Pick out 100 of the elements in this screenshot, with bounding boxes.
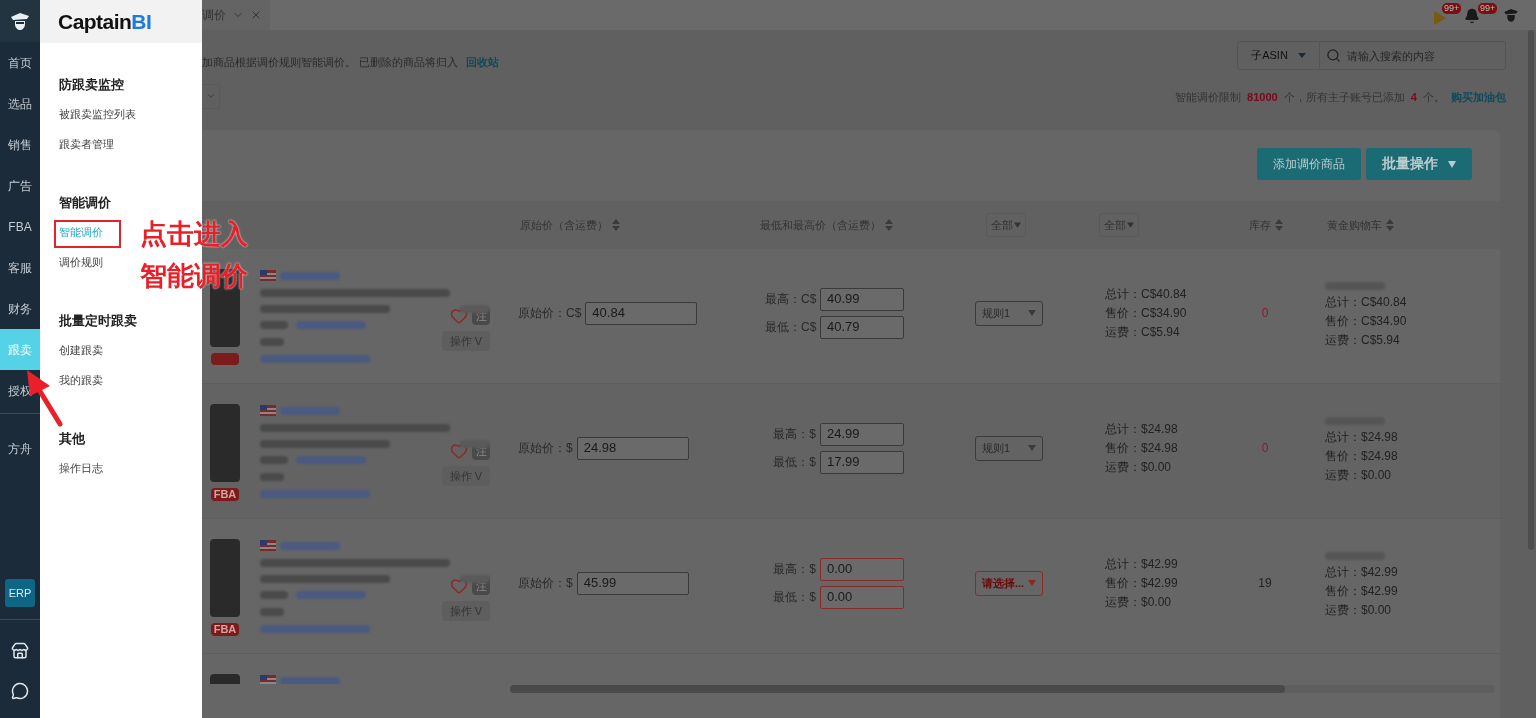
menu-item[interactable]: 跟卖者管理 [59,129,114,159]
blurred-text [260,321,288,329]
sort-icon[interactable] [1275,219,1283,231]
buybox-line: 运费：$0.00 [1325,602,1393,619]
sort-icon[interactable] [885,219,893,231]
add-button[interactable]: 添加调价商品 [1257,147,1361,180]
highlight-frame [54,220,121,248]
count-badge: 99+ [1478,3,1498,14]
price-input[interactable]: 24.98 [576,436,689,460]
total-line: 售价：$24.98 [1105,439,1179,457]
price-input[interactable]: 40.84 [585,301,698,325]
sidebar-item[interactable]: 跟卖 [0,329,40,370]
stock-count: 0 [1261,440,1269,457]
heart-icon[interactable] [450,577,468,595]
bulk-action-button[interactable]: 批量操作 [1366,147,1472,180]
blurred-text [296,456,366,464]
sort-icon[interactable] [1386,219,1394,231]
menu-group-title: 智能调价 [59,194,111,212]
chat-icon[interactable] [11,682,29,700]
count-badge: 99+ [1442,3,1462,14]
bell-icon[interactable] [1464,8,1480,24]
sidebar-item[interactable]: 客服 [0,247,40,288]
flag-icon [260,405,276,416]
heart-icon[interactable] [450,442,468,460]
note-tag[interactable]: 注 [472,442,490,460]
menu-item[interactable]: 我的跟卖 [59,365,103,395]
stock-count: 19 [1258,575,1272,592]
search-icon [1326,48,1341,63]
flag-icon [260,540,276,551]
stock-count: 0 [1261,305,1269,322]
note-tag[interactable]: 注 [472,577,490,595]
blurred-text [260,608,284,616]
menu-item[interactable]: 调价规则 [59,247,103,277]
menu-item[interactable]: 被跟卖监控列表 [59,99,136,129]
fba-badge: FBA [210,488,240,501]
rule-select[interactable]: 请选择... [975,570,1043,596]
blurred-text [260,591,288,599]
menu-group-title: 防跟卖监控 [59,76,124,94]
blurred-text [260,456,288,464]
avatar-icon[interactable] [1502,6,1520,24]
flag-icon [260,675,276,684]
caret-icon [1014,222,1021,228]
price-input[interactable]: 45.99 [576,571,689,595]
buybox-line: 总计：$42.99 [1325,564,1399,581]
total-line: 运费：C$5.94 [1105,323,1181,341]
note-tag[interactable]: 注 [472,307,490,325]
menu-item[interactable]: 智能调价 [59,217,103,247]
price-input[interactable]: 17.99 [820,450,904,474]
caret-icon [1297,53,1306,58]
caret-icon [1028,310,1036,316]
caret-icon [1028,580,1036,586]
total-line: 总计：C$40.84 [1105,285,1188,303]
price-input[interactable]: 0.00 [820,557,904,581]
buybox-line: 总计：$24.98 [1325,429,1399,446]
blurred-text [260,338,284,346]
caret-icon [1448,159,1456,168]
sidebar-item[interactable]: 方舟 [0,428,40,469]
sidebar-item[interactable]: 财务 [0,288,40,329]
price-input[interactable]: 40.99 [820,287,904,311]
blurred-text [280,271,340,280]
price-input[interactable]: 40.79 [820,315,904,339]
buybox-line: 售价：C$34.90 [1325,313,1408,330]
blurred-text [260,473,284,481]
flag-icon[interactable] [1434,11,1446,25]
buybox-line: 总计：C$40.84 [1325,294,1408,311]
price-input[interactable]: 24.99 [820,422,904,446]
total-line: 总计：$42.99 [1105,555,1179,573]
vertical-scrollbar[interactable] [1528,30,1534,550]
buybox-line: 售价：$42.99 [1325,583,1399,600]
menu-item[interactable]: 操作日志 [59,453,103,483]
flag-icon [260,270,276,281]
horizontal-scrollbar[interactable] [510,685,1495,693]
sidebar-item[interactable]: FBA [0,206,40,247]
close-icon[interactable] [250,9,262,21]
fba-badge: FBA [210,623,240,636]
erp-button[interactable]: ERP [5,579,35,607]
filter-select[interactable] [202,83,220,109]
menu-group-title: 其他 [59,430,85,448]
sidebar-item[interactable]: 首页 [0,42,40,83]
total-line: 售价：$42.99 [1105,574,1179,592]
sort-icon[interactable] [612,219,620,231]
menu-group-title: 批量定时跟卖 [59,312,137,330]
blurred-text [296,591,366,599]
buybox-line: 运费：$0.00 [1325,467,1393,484]
sidebar-item[interactable]: 广告 [0,165,40,206]
search-scope-select[interactable]: 子ASIN [1237,41,1320,70]
blurred-text [280,406,340,415]
blurred-text [296,321,366,329]
caret-icon [1028,445,1036,451]
chevron-down-icon [205,91,216,101]
heart-icon[interactable] [450,307,468,325]
total-line: 售价：C$34.90 [1105,304,1188,322]
menu-item[interactable]: 创建跟卖 [59,335,103,365]
price-input[interactable]: 0.00 [820,585,904,609]
sidebar-item[interactable]: 销售 [0,124,40,165]
store-icon[interactable] [11,642,29,660]
brand-logo: CaptainBI [58,8,152,35]
sidebar-item[interactable]: 选品 [0,83,40,124]
total-line: 运费：$0.00 [1105,458,1173,476]
blurred-text [280,541,340,550]
